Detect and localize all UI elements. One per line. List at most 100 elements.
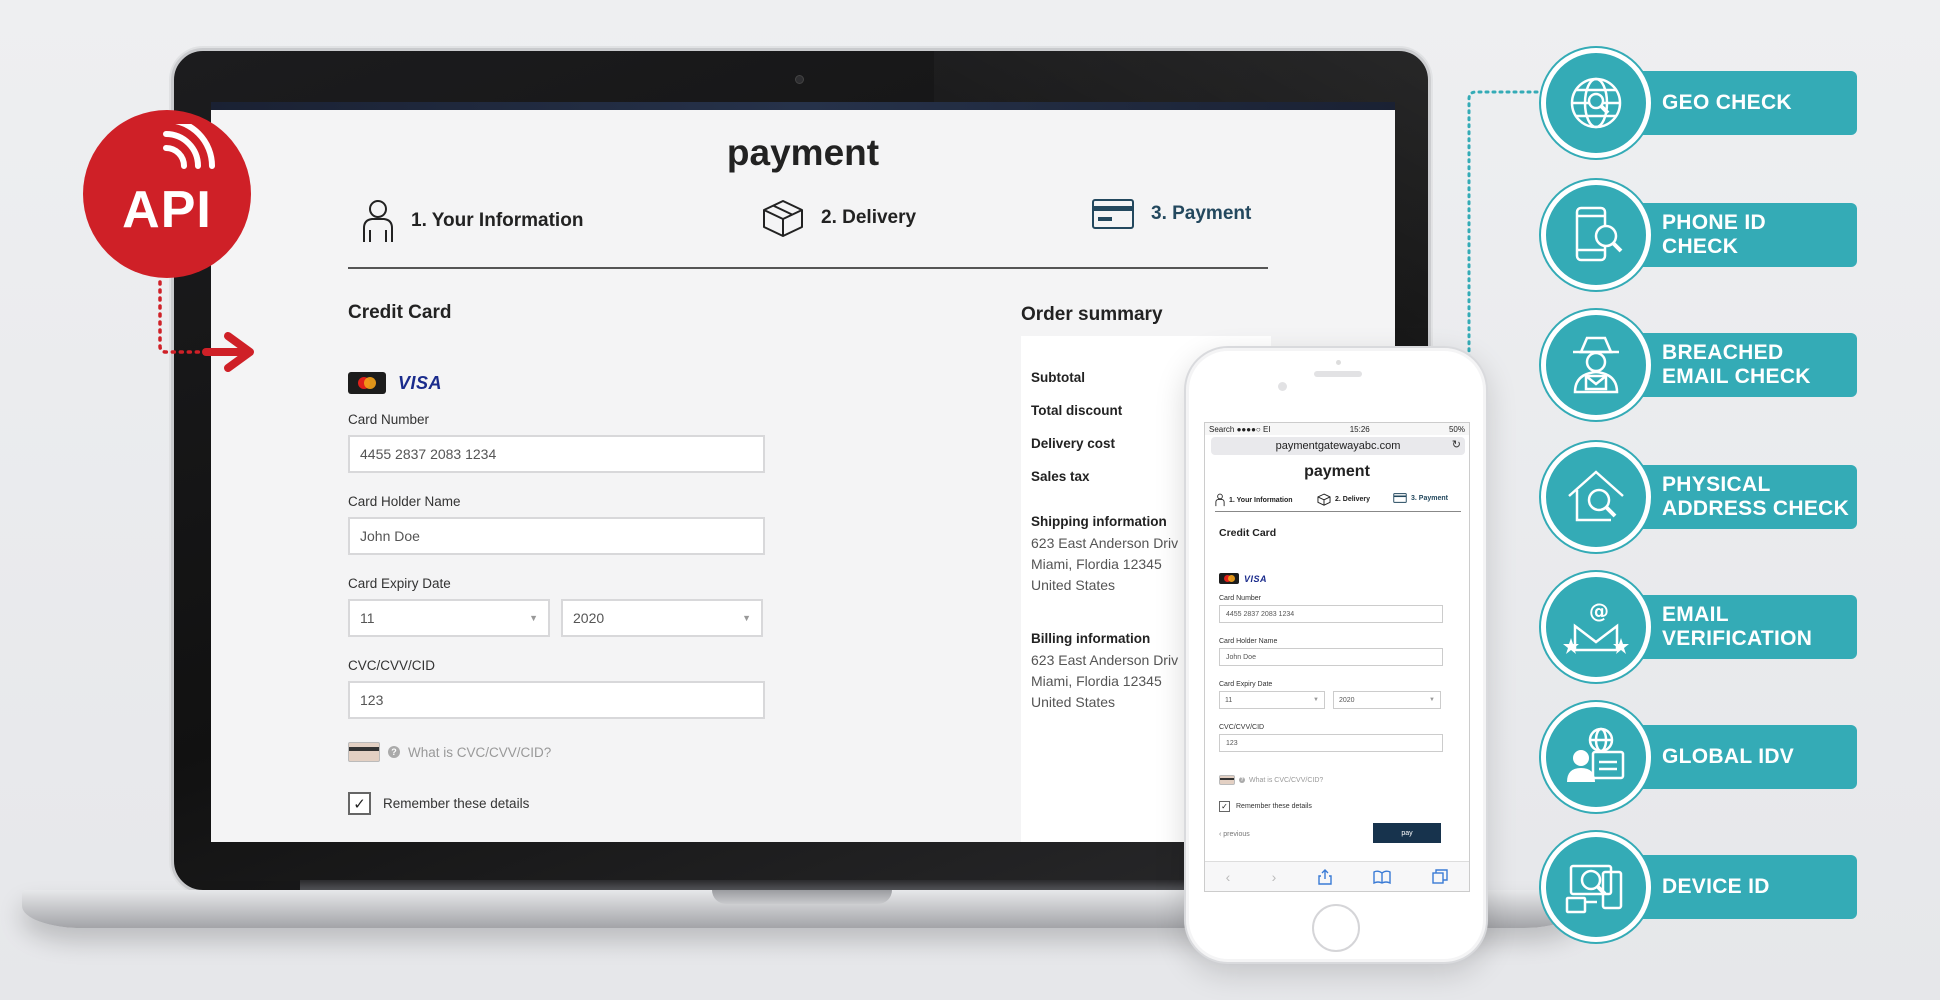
expiry-month-value: 11 <box>1225 696 1233 704</box>
remember-checkbox[interactable]: ✓ <box>348 792 371 815</box>
expiry-month-value: 11 <box>360 610 375 626</box>
step-label: 2. Delivery <box>821 207 917 228</box>
shipping-line: 623 East Anderson Driv <box>1031 535 1179 551</box>
cvc-input[interactable]: 123 <box>1219 734 1443 752</box>
reload-icon[interactable]: ↻ <box>1452 438 1461 451</box>
package-icon <box>763 200 803 237</box>
subtotal-label: Subtotal <box>1031 370 1085 385</box>
card-brands: VISA <box>1219 573 1267 584</box>
card-holder-input[interactable]: John Doe <box>1219 648 1443 666</box>
cvc-card-icon <box>348 742 380 762</box>
phone: Search ●●●●○ EI 15:26 50% paymentgateway… <box>1184 346 1488 964</box>
remember-details[interactable]: ✓ Remember these details <box>348 792 529 815</box>
tabs-icon[interactable] <box>1432 868 1449 885</box>
expiry-year-select[interactable]: 2020 ▼ <box>561 599 763 637</box>
chevron-down-icon: ▼ <box>529 613 538 623</box>
step-your-information[interactable]: 1. Your Information <box>361 198 583 244</box>
billing-line: Miami, Flordia 12345 <box>1031 673 1162 689</box>
check-global-idv: GLOBAL IDV <box>1541 702 1857 812</box>
signal-icon <box>163 124 215 169</box>
person-icon <box>363 200 393 242</box>
card-brands: VISA <box>348 372 442 394</box>
expiry-month-select[interactable]: 11 ▼ <box>348 599 550 637</box>
expiry-year-select[interactable]: 2020 ▼ <box>1333 691 1441 709</box>
shipping-line: United States <box>1031 577 1116 593</box>
cvc-input[interactable]: 123 <box>348 681 765 719</box>
back-icon[interactable]: ‹ <box>1226 869 1231 885</box>
billing-line: United States <box>1031 694 1116 710</box>
previous-link[interactable]: ‹ previous <box>1219 831 1250 838</box>
steps-divider <box>1215 511 1461 512</box>
pay-button[interactable]: pay <box>1373 823 1441 843</box>
billing-heading: Billing information <box>1031 631 1151 646</box>
status-carrier: Search ●●●●○ EI <box>1209 424 1271 434</box>
expiry-year-value: 2020 <box>1339 696 1355 704</box>
mastercard-icon <box>348 372 386 394</box>
card-number-input[interactable]: 4455 2837 2083 1234 <box>1219 605 1443 623</box>
step-payment[interactable]: 3. Payment <box>1091 198 1251 230</box>
check-label: EMAIL VERIFICATION <box>1662 603 1813 650</box>
person-icon <box>1215 493 1225 507</box>
step-label: 3. Payment <box>1151 203 1252 224</box>
chevron-down-icon: ▼ <box>742 613 751 623</box>
check-device-id: DEVICE ID <box>1541 832 1857 942</box>
api-label: API <box>122 181 212 239</box>
browser-toolbar: ‹ › <box>1205 861 1469 891</box>
expiry-label: Card Expiry Date <box>1219 681 1273 688</box>
chevron-down-icon: ▼ <box>1313 697 1319 703</box>
total-discount-label: Total discount <box>1031 403 1123 418</box>
cvc-label: CVC/CVV/CID <box>1219 724 1265 731</box>
laptop-notch <box>712 890 892 904</box>
credit-card-heading: Credit Card <box>1219 527 1277 539</box>
card-number-label: Card Number <box>348 412 430 427</box>
step-your-information[interactable]: 1. Your Information <box>1215 493 1293 507</box>
step-payment[interactable]: 3. Payment <box>1393 493 1448 503</box>
check-label: BREACHED EMAIL CHECK <box>1662 341 1811 388</box>
chevron-down-icon: ▼ <box>1429 697 1435 703</box>
step-label: 2. Delivery <box>1335 496 1371 503</box>
share-icon[interactable] <box>1317 868 1332 885</box>
remember-checkbox[interactable]: ✓ <box>1219 801 1230 812</box>
card-holder-input[interactable]: John Doe <box>348 517 765 555</box>
check-label: GEO CHECK <box>1662 91 1792 114</box>
cvc-help-text: What is CVC/CVV/CID? <box>408 744 552 760</box>
card-number-label: Card Number <box>1219 595 1262 602</box>
status-time: 15:26 <box>1349 424 1370 434</box>
devices-search-icon <box>1541 832 1651 942</box>
cvc-help-link[interactable]: ? What is CVC/CVV/CID? <box>1219 775 1323 785</box>
phone-screen: Search ●●●●○ EI 15:26 50% paymentgateway… <box>1204 422 1470 892</box>
status-battery: 50% <box>1448 424 1465 434</box>
card-holder-label: Card Holder Name <box>348 494 461 509</box>
phone-search-icon <box>1541 180 1651 290</box>
mastercard-icon <box>1219 573 1239 584</box>
delivery-cost-label: Delivery cost <box>1031 436 1116 451</box>
cvc-help-link[interactable]: ? What is CVC/CVV/CID? <box>348 742 551 762</box>
house-search-icon <box>1541 442 1651 552</box>
bookmarks-icon[interactable] <box>1373 870 1391 884</box>
api-badge: API <box>83 110 251 278</box>
step-delivery[interactable]: 2. Delivery <box>761 198 916 238</box>
id-card-globe-icon <box>1541 702 1651 812</box>
step-label: 1. Your Information <box>411 210 584 231</box>
step-delivery[interactable]: 2. Delivery <box>1317 493 1370 506</box>
phone-sensor <box>1336 360 1341 365</box>
check-breached-email: BREACHED EMAIL CHECK <box>1541 310 1857 420</box>
forward-icon[interactable]: › <box>1272 869 1277 885</box>
status-bar: Search ●●●●○ EI 15:26 50% <box>1205 423 1469 435</box>
shipping-line: Miami, Flordia 12345 <box>1031 556 1162 572</box>
card-number-input[interactable]: 4455 2837 2083 1234 <box>348 435 765 473</box>
check-label: PHONE ID CHECK <box>1662 211 1766 258</box>
address-bar[interactable]: paymentgatewayabc.com ↻ <box>1211 437 1465 455</box>
screen-top-strip <box>211 102 1395 110</box>
order-summary-heading: Order summary <box>1021 304 1163 325</box>
laptop-camera <box>795 75 804 84</box>
remember-details[interactable]: ✓ Remember these details <box>1219 801 1312 812</box>
phone-camera <box>1278 382 1287 391</box>
sales-tax-label: Sales tax <box>1031 469 1090 484</box>
check-label: PHYSICAL ADDRESS CHECK <box>1662 473 1850 520</box>
package-icon <box>1317 493 1331 506</box>
home-button[interactable] <box>1312 904 1360 952</box>
expiry-month-select[interactable]: 11 ▼ <box>1219 691 1325 709</box>
check-label: GLOBAL IDV <box>1662 745 1795 768</box>
step-label: 1. Your Information <box>1229 496 1293 504</box>
